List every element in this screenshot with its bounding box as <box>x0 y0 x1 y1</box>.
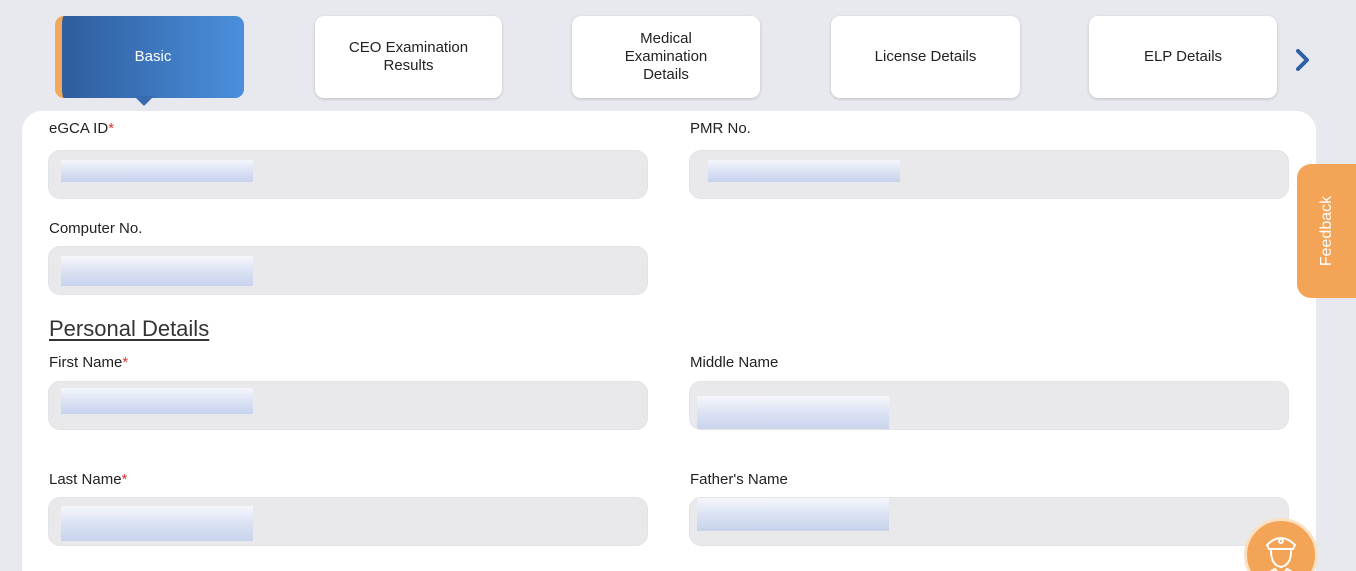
computer-no-label: Computer No. <box>49 220 143 237</box>
tab-medical-examination-details[interactable]: Medical Examination Details <box>572 16 760 98</box>
middle-name-field[interactable] <box>689 381 1289 430</box>
redacted-value <box>697 498 889 531</box>
required-mark: * <box>108 120 115 137</box>
tab-ceo-examination-results[interactable]: CEO Examination Results <box>315 16 502 98</box>
feedback-label: Feedback <box>1318 195 1336 267</box>
chevron-right-icon <box>1296 49 1309 71</box>
redacted-value <box>61 506 253 541</box>
tab-label: CEO Examination Results <box>348 39 469 74</box>
fathers-name-field[interactable] <box>689 497 1289 546</box>
pilot-avatar-icon <box>1266 537 1296 571</box>
first-name-label-text: First Name <box>49 354 123 371</box>
fathers-name-label: Father's Name <box>690 471 788 488</box>
tab-label: Basic <box>134 48 172 65</box>
required-mark: * <box>121 471 128 488</box>
last-name-label-text: Last Name <box>49 471 122 488</box>
tab-elp-details[interactable]: ELP Details <box>1089 16 1277 98</box>
first-name-label: First Name* <box>49 354 128 371</box>
pmr-no-field[interactable] <box>689 150 1289 199</box>
tab-basic[interactable]: Basic <box>55 16 244 98</box>
middle-name-label: Middle Name <box>690 354 779 371</box>
pmr-no-label: PMR No. <box>690 120 751 137</box>
last-name-label: Last Name* <box>49 471 127 488</box>
egca-id-label: eGCA ID* <box>49 120 114 137</box>
page: Basic CEO Examination Results Medical Ex… <box>0 0 1356 571</box>
egca-id-field[interactable] <box>48 150 648 199</box>
tab-label: ELP Details <box>1143 48 1223 65</box>
redacted-value <box>708 160 900 182</box>
redacted-value <box>697 396 889 429</box>
egca-id-label-text: eGCA ID <box>49 120 109 137</box>
tab-license-details[interactable]: License Details <box>831 16 1020 98</box>
last-name-field[interactable] <box>48 497 648 546</box>
required-mark: * <box>122 354 129 371</box>
active-tab-pointer <box>134 96 154 106</box>
personal-details-heading: Personal Details <box>49 316 210 341</box>
feedback-button[interactable]: Feedback <box>1297 164 1356 298</box>
first-name-field[interactable] <box>48 381 648 430</box>
tab-label: Medical Examination Details <box>624 30 708 83</box>
redacted-value <box>61 160 253 182</box>
redacted-value <box>61 388 253 414</box>
tab-label: License Details <box>874 48 977 65</box>
tabs-next-button[interactable] <box>1288 40 1318 80</box>
computer-no-field[interactable] <box>48 246 648 295</box>
redacted-value <box>61 256 253 286</box>
